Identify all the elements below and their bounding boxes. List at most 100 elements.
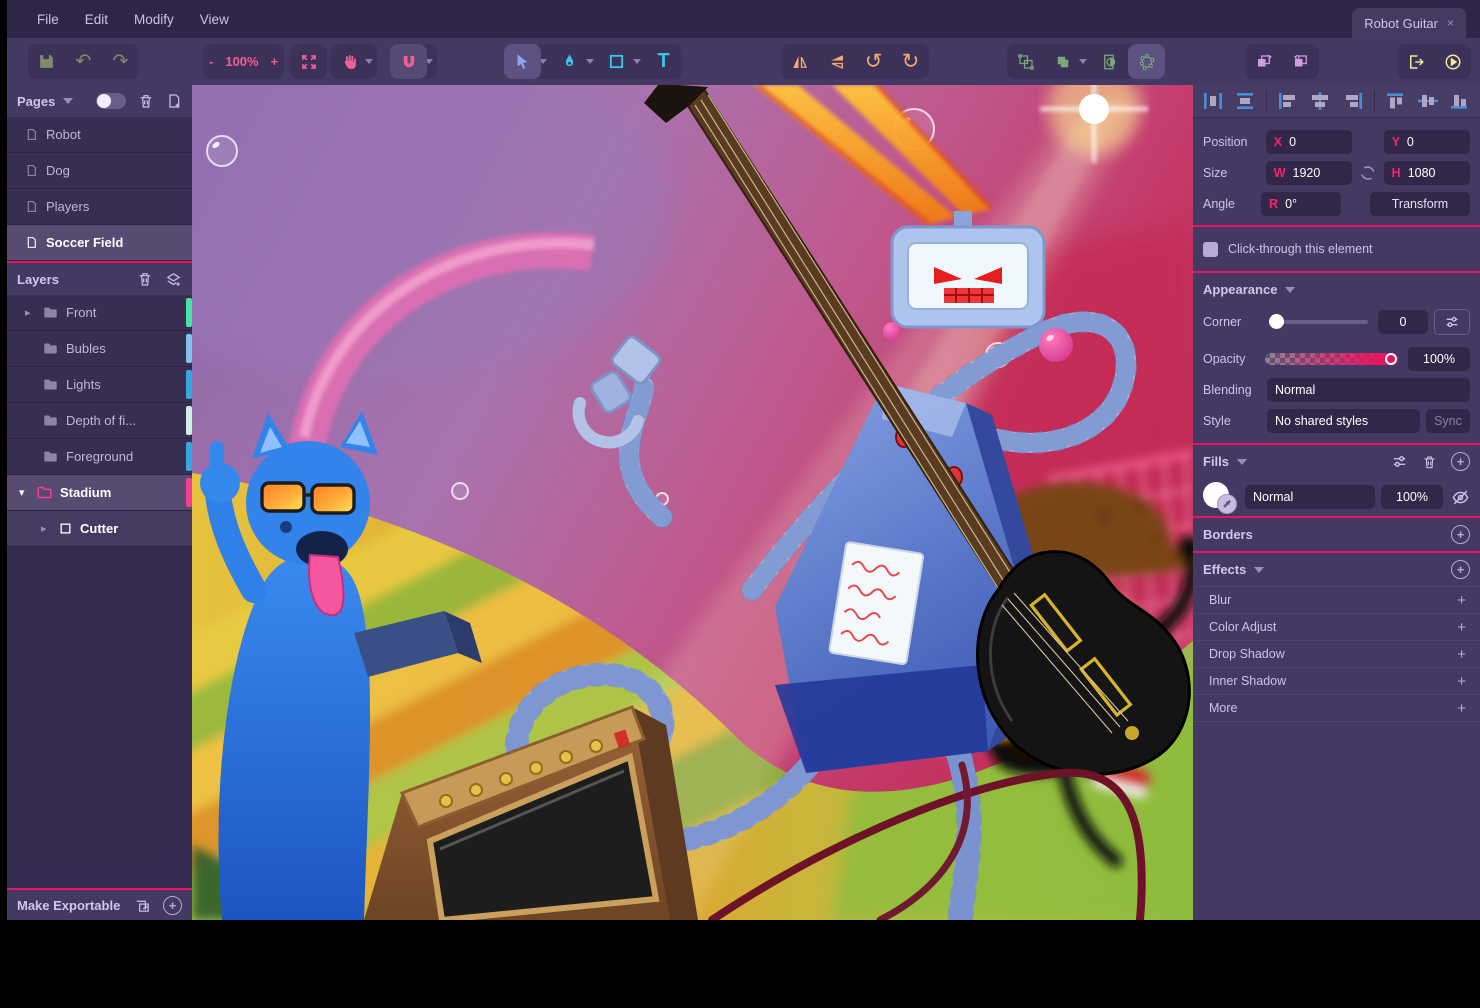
menu-file[interactable]: File [37, 12, 59, 27]
page-item-robot[interactable]: Robot [7, 117, 192, 153]
fill-visibility-icon[interactable] [1451, 488, 1470, 507]
send-backward-button[interactable] [1282, 44, 1319, 79]
add-fill-icon[interactable]: + [1451, 452, 1470, 471]
layer-item-bubles[interactable]: Bubles [7, 331, 192, 367]
page-item-players[interactable]: Players [7, 189, 192, 225]
add-icon[interactable]: + [1457, 619, 1466, 636]
selection-tool-button[interactable] [504, 44, 541, 79]
opacity-value-field[interactable]: 100% [1408, 347, 1470, 371]
layer-item-foreground[interactable]: Foreground [7, 439, 192, 475]
corner-value-field[interactable]: 0 [1378, 310, 1428, 334]
redo-button[interactable]: ↷ [102, 44, 139, 79]
export-button[interactable] [1397, 44, 1434, 79]
fill-opacity-field[interactable]: 100% [1381, 485, 1443, 509]
style-select[interactable]: No shared styles [1267, 409, 1420, 433]
align-right-icon[interactable] [1342, 92, 1364, 110]
group-objects-button[interactable] [1007, 44, 1044, 79]
effects-header[interactable]: Effects + [1193, 553, 1480, 586]
layer-item-front[interactable]: ▸ Front [7, 295, 192, 331]
fills-collapse-icon[interactable] [1237, 459, 1247, 465]
pen-tool-button[interactable] [551, 44, 588, 79]
bring-forward-button[interactable] [1245, 44, 1282, 79]
size-w-field[interactable]: W 1920 [1266, 161, 1352, 185]
rotate-ccw-button[interactable]: ↺ [855, 44, 892, 79]
click-through-row[interactable]: Click-through this element [1193, 227, 1480, 271]
page-item-soccer-field[interactable]: Soccer Field [7, 225, 192, 261]
effect-item-color-adjust[interactable]: Color Adjust + [1193, 613, 1480, 640]
corner-slider[interactable] [1269, 320, 1368, 324]
opacity-slider-knob[interactable] [1385, 353, 1397, 365]
pages-toggle[interactable] [96, 93, 126, 109]
magnet-snap-button[interactable] [390, 44, 427, 79]
add-icon[interactable]: + [1457, 673, 1466, 690]
save-button[interactable] [28, 44, 65, 79]
menu-view[interactable]: View [200, 12, 229, 27]
zoom-to-fit-button[interactable] [290, 44, 327, 79]
lock-aspect-icon[interactable] [1359, 164, 1377, 182]
effect-item-blur[interactable]: Blur + [1193, 586, 1480, 613]
hand-tool-button[interactable] [330, 44, 367, 79]
shape-tool-button[interactable] [598, 44, 635, 79]
boolean-union-button[interactable] [1044, 44, 1081, 79]
fill-color-swatch[interactable] [1203, 482, 1237, 512]
appearance-collapse-icon[interactable] [1285, 287, 1295, 293]
canvas-viewport[interactable] [192, 85, 1193, 920]
borders-header[interactable]: Borders + [1193, 518, 1480, 551]
effect-item-drop-shadow[interactable]: Drop Shadow + [1193, 640, 1480, 667]
distribute-vertical-icon[interactable] [1234, 92, 1256, 110]
appearance-header[interactable]: Appearance [1193, 273, 1480, 306]
export-slice-icon[interactable] [134, 897, 151, 914]
blending-select[interactable]: Normal [1267, 378, 1470, 402]
align-left-icon[interactable] [1277, 92, 1299, 110]
layer-item-cutter[interactable]: ▸ Cutter [7, 511, 192, 547]
add-icon[interactable]: + [1457, 646, 1466, 663]
sync-button[interactable]: Sync [1426, 409, 1470, 433]
menu-modify[interactable]: Modify [134, 12, 174, 27]
align-center-vertical-icon[interactable] [1417, 92, 1439, 110]
corner-slider-knob[interactable] [1269, 314, 1284, 329]
fills-header[interactable]: Fills + [1193, 445, 1480, 478]
present-button[interactable] [1434, 44, 1471, 79]
align-center-horizontal-icon[interactable] [1309, 92, 1331, 110]
make-exportable-bar[interactable]: Make Exportable + [7, 888, 192, 920]
text-tool-button[interactable]: T [645, 44, 682, 79]
menu-edit[interactable]: Edit [85, 12, 108, 27]
layer-item-stadium[interactable]: ▾ Stadium [7, 475, 192, 511]
disclosure-icon[interactable]: ▾ [19, 486, 29, 499]
align-bottom-icon[interactable] [1449, 92, 1471, 110]
undo-button[interactable]: ↶ [65, 44, 102, 79]
eyedropper-badge[interactable] [1217, 494, 1237, 514]
pages-collapse-icon[interactable] [63, 98, 73, 104]
add-icon[interactable]: + [1457, 592, 1466, 609]
canvas-artwork[interactable] [192, 85, 1193, 920]
opacity-slider[interactable] [1265, 353, 1398, 365]
zoom-in-button[interactable]: + [265, 54, 285, 69]
transform-button[interactable]: Transform [1370, 192, 1470, 216]
fill-blend-select[interactable]: Normal [1245, 485, 1375, 509]
fill-options-icon[interactable] [1391, 453, 1408, 470]
layer-item-depth-of-field[interactable]: Depth of fi... [7, 403, 192, 439]
zoom-out-button[interactable]: - [203, 54, 219, 69]
effect-item-inner-shadow[interactable]: Inner Shadow + [1193, 667, 1480, 694]
corner-options-button[interactable] [1434, 309, 1470, 335]
position-x-field[interactable]: X 0 [1266, 130, 1352, 154]
page-item-dog[interactable]: Dog [7, 153, 192, 189]
flip-horizontal-button[interactable] [781, 44, 818, 79]
add-layer-icon[interactable] [165, 271, 182, 288]
zoom-level[interactable]: 100% [219, 54, 264, 69]
disclosure-icon[interactable]: ▸ [41, 522, 51, 535]
position-y-field[interactable]: Y 0 [1384, 130, 1470, 154]
add-border-icon[interactable]: + [1451, 525, 1470, 544]
mesh-distort-button[interactable] [1128, 44, 1165, 79]
add-icon[interactable]: + [1457, 700, 1466, 717]
add-effect-icon[interactable]: + [1451, 560, 1470, 579]
rotate-cw-button[interactable]: ↻ [892, 44, 929, 79]
disclosure-icon[interactable]: ▸ [25, 306, 35, 319]
align-top-icon[interactable] [1385, 92, 1407, 110]
layer-item-lights[interactable]: Lights [7, 367, 192, 403]
delete-page-icon[interactable] [138, 93, 154, 109]
document-tab[interactable]: Robot Guitar × [1352, 8, 1466, 38]
angle-field[interactable]: R 0° [1261, 192, 1341, 216]
click-through-checkbox[interactable] [1203, 242, 1218, 257]
delete-layer-icon[interactable] [137, 271, 153, 287]
